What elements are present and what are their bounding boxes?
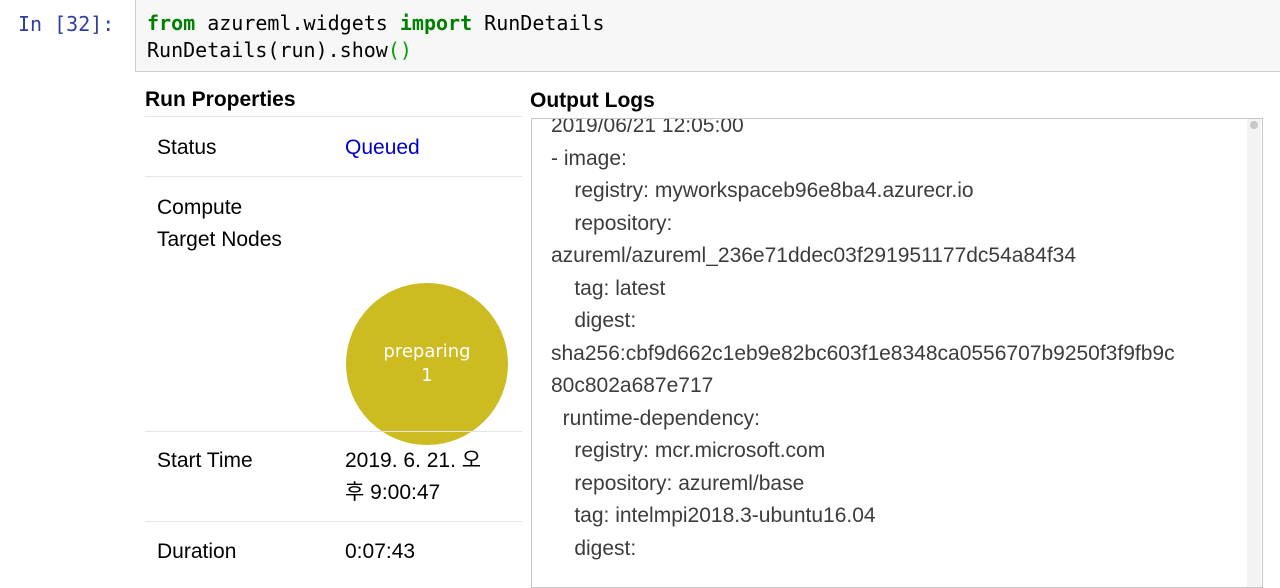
status-label: Status	[157, 136, 217, 159]
donut-state-label: preparing	[383, 341, 471, 362]
duration-row: Duration 0:07:43	[145, 521, 522, 581]
log-line: digest:	[551, 536, 637, 560]
log-line: sha256:cbf9d662c1eb9e82bc603f1e8348ca055…	[551, 341, 1175, 365]
keyword-import: import	[399, 11, 473, 35]
donut-count: 1	[421, 365, 433, 386]
log-line: tag: intelmpi2018.3-ubuntu16.04	[551, 504, 876, 527]
log-scroll-thumb[interactable]	[1250, 121, 1258, 129]
start-time-label: Start Time	[157, 449, 253, 472]
start-time-row: Start Time 2019. 6. 21. 오 후 9:00:47	[145, 431, 522, 521]
log-line: runtime-dependency:	[551, 406, 760, 430]
imported-name: RunDetails	[472, 11, 605, 35]
status-value[interactable]: Queued	[345, 132, 420, 164]
output-logs-title: Output Logs	[530, 89, 655, 112]
compute-label-line2: Target Nodes	[157, 228, 282, 251]
compute-label-line1: Compute	[157, 196, 243, 219]
log-line: tag: latest	[551, 276, 666, 300]
keyword-from: from	[147, 11, 196, 35]
log-line: 2019/06/21 12:05:00	[551, 118, 744, 137]
cell-prompt: In [32]:	[18, 12, 115, 36]
log-line: - image:	[551, 146, 627, 170]
duration-value: 0:07:43	[345, 540, 416, 563]
log-line: repository: azureml/base	[551, 471, 805, 495]
run-properties-table: Status Queued Compute Target Nodes prepa…	[145, 116, 522, 581]
log-line: registry: myworkspaceb96e8ba4.azurecr.io	[551, 179, 974, 202]
code-call: RunDetails(run).show	[147, 38, 388, 62]
code-parens: ()	[387, 38, 412, 62]
module-name: azureml.widgets	[195, 11, 400, 35]
start-time-value-line2: 후 9:00:47	[345, 481, 441, 504]
compute-nodes-donut: preparing 1	[346, 283, 508, 445]
log-line: digest:	[551, 309, 637, 332]
compute-row: Compute Target Nodes preparing 1	[145, 176, 522, 445]
output-logs-box[interactable]: 2019/06/21 12:05:00 - image: registry: my…	[531, 118, 1263, 588]
log-line: repository:	[551, 211, 673, 235]
log-line: 80c802a687e717	[551, 374, 714, 397]
run-properties-title: Run Properties	[145, 88, 296, 111]
log-line: registry: mcr.microsoft.com	[551, 439, 826, 462]
start-time-value-line1: 2019. 6. 21. 오	[345, 449, 482, 472]
duration-label: Duration	[157, 540, 237, 563]
code-cell[interactable]: from azureml.widgets import RunDetails R…	[135, 0, 1280, 72]
log-line: azureml/azureml_236e71ddec03f291951177dc…	[551, 244, 1077, 267]
log-lines: 2019/06/21 12:05:00 - image: registry: my…	[551, 118, 1262, 565]
log-scrollbar[interactable]	[1247, 119, 1261, 587]
status-row: Status Queued	[145, 116, 522, 176]
